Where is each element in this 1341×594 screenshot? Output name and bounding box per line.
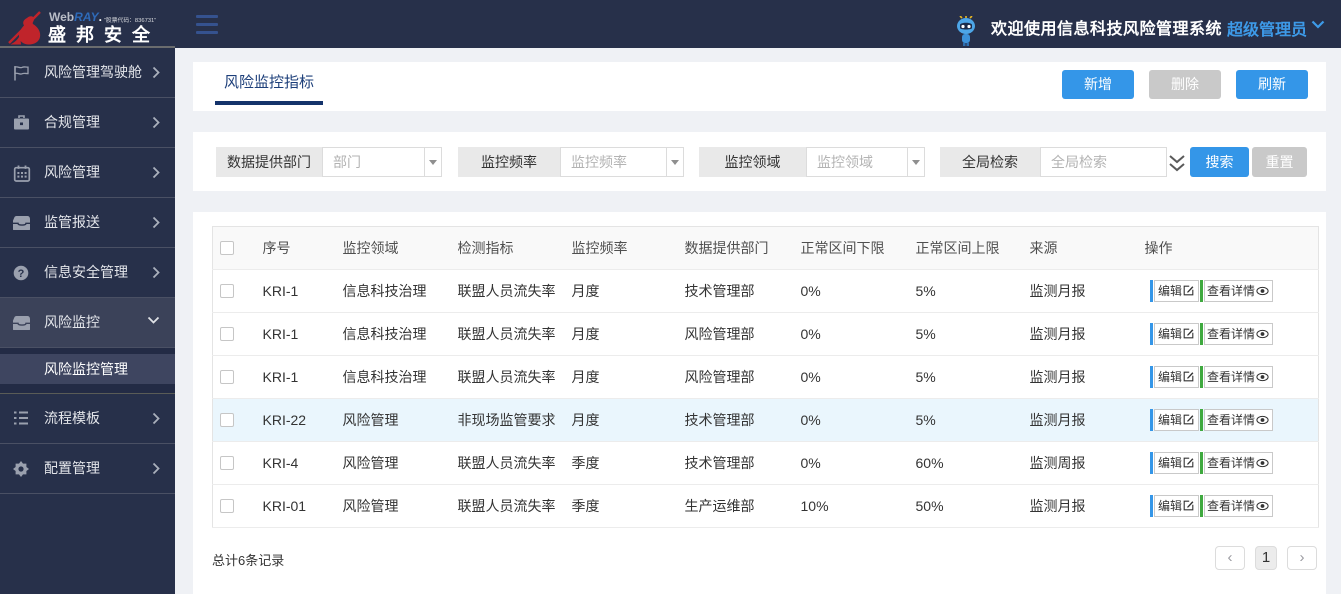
svg-text:?: ? [18, 268, 25, 280]
